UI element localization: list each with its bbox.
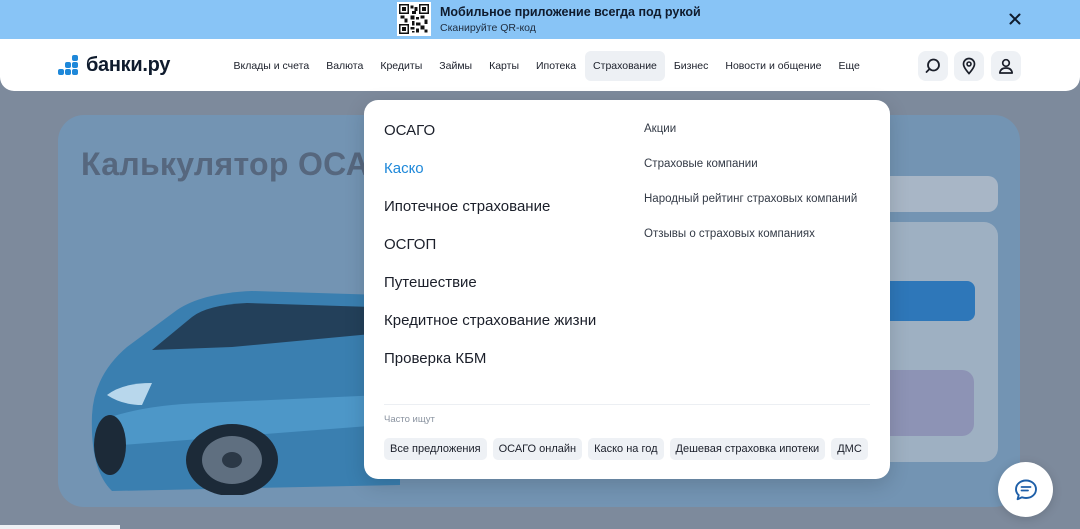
logo-dots-icon: [58, 54, 78, 75]
nav-item-credits[interactable]: Кредиты: [372, 51, 431, 81]
nav-item-news[interactable]: Новости и общение: [717, 51, 830, 81]
nav-item-business[interactable]: Бизнес: [665, 51, 716, 81]
main-nav: Вклады и счета Валюта Кредиты Займы Карт…: [225, 51, 868, 81]
dropdown-link-kbm-check[interactable]: Проверка КБМ: [384, 349, 596, 387]
nav-item-loans[interactable]: Займы: [431, 51, 481, 81]
banner-subtitle: Сканируйте QR-код: [440, 22, 536, 34]
qr-code-icon: [397, 2, 431, 36]
frequent-search-tags: Все предложения ОСАГО онлайн Каско на го…: [384, 438, 868, 460]
search-icon: [925, 58, 940, 73]
dropdown-link-osago[interactable]: ОСАГО: [384, 121, 596, 159]
user-icon: [998, 58, 1014, 74]
chat-button[interactable]: [998, 462, 1053, 517]
site-logo[interactable]: банки.ру: [58, 54, 170, 77]
tag-cheap-mortgage-insurance[interactable]: Дешевая страховка ипотеки: [669, 438, 826, 460]
search-button[interactable]: [918, 51, 948, 81]
nav-item-insurance[interactable]: Страхование: [584, 51, 666, 81]
dropdown-link-osgop[interactable]: ОСГОП: [384, 235, 596, 273]
logo-text: банки.ру: [86, 54, 171, 76]
nav-item-currency[interactable]: Валюта: [318, 51, 372, 81]
frequently-searched-label: Часто ищут: [384, 414, 435, 425]
close-icon[interactable]: [1007, 11, 1023, 27]
dropdown-link-kasko[interactable]: Каско: [384, 159, 596, 197]
insurance-dropdown-menu: ОСАГО Каско Ипотечное страхование ОСГОП …: [364, 100, 890, 479]
side-link-promotions[interactable]: Акции: [644, 121, 857, 156]
banner-title: Мобильное приложение всегда под рукой: [440, 5, 701, 19]
dropdown-link-mortgage-insurance[interactable]: Ипотечное страхование: [384, 197, 596, 235]
dropdown-link-credit-life[interactable]: Кредитное страхование жизни: [384, 311, 596, 349]
insurance-main-links: ОСАГО Каско Ипотечное страхование ОСГОП …: [384, 121, 596, 387]
nav-item-deposits[interactable]: Вклады и счета: [225, 51, 318, 81]
dropdown-link-travel[interactable]: Путешествие: [384, 273, 596, 311]
location-button[interactable]: [954, 51, 984, 81]
tag-osago-online[interactable]: ОСАГО онлайн: [492, 438, 583, 460]
profile-button[interactable]: [991, 51, 1021, 81]
calculator-title: Калькулятор ОСА: [81, 146, 370, 182]
side-link-reviews[interactable]: Отзывы о страховых компаниях: [644, 226, 857, 261]
location-pin-icon: [962, 57, 976, 75]
tag-all-offers[interactable]: Все предложения: [384, 438, 487, 460]
tag-kasko-year[interactable]: Каско на год: [588, 438, 664, 460]
car-image: [91, 291, 401, 495]
side-link-insurance-companies[interactable]: Страховые компании: [644, 156, 857, 191]
side-link-people-rating[interactable]: Народный рейтинг страховых компаний: [644, 191, 857, 226]
site-header: банки.ру Вклады и счета Валюта Кредиты З…: [0, 39, 1080, 91]
tag-dms[interactable]: ДМС: [831, 438, 868, 460]
chat-bubble-icon: [1014, 479, 1037, 500]
nav-item-cards[interactable]: Карты: [481, 51, 528, 81]
dropdown-divider: [384, 404, 870, 405]
bottom-strip: [0, 525, 120, 529]
app-promo-banner: Мобильное приложение всегда под рукой Ск…: [0, 0, 1080, 39]
insurance-side-links: Акции Страховые компании Народный рейтин…: [644, 121, 857, 261]
nav-item-mortgage[interactable]: Ипотека: [528, 51, 585, 81]
nav-item-more[interactable]: Еще: [830, 51, 868, 81]
